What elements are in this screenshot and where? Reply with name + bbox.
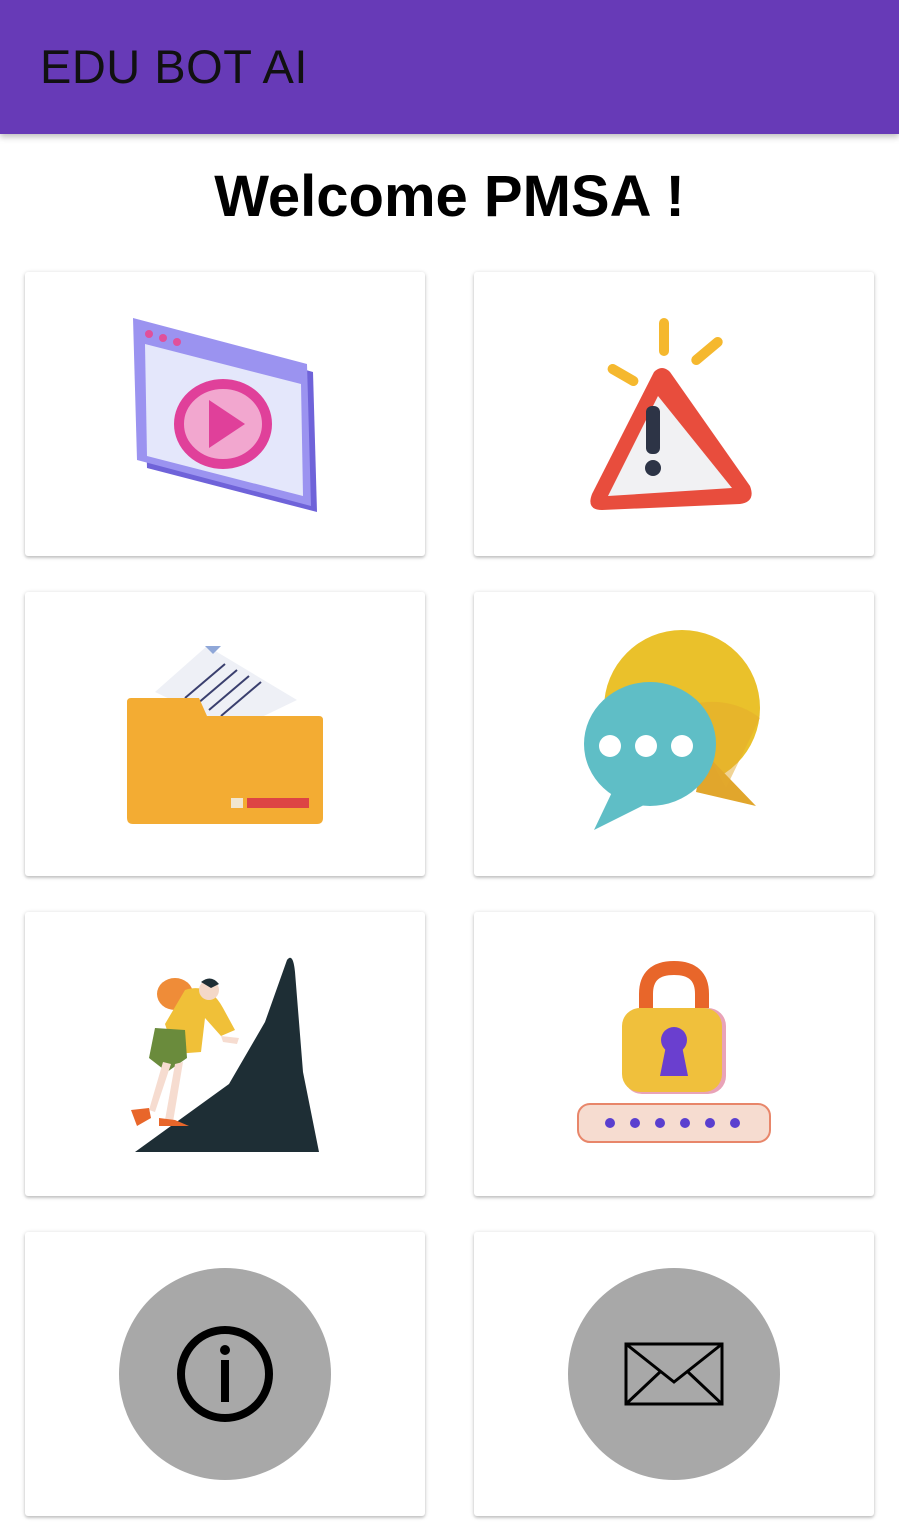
welcome-heading: Welcome PMSA ! bbox=[214, 164, 685, 229]
warning-card[interactable] bbox=[474, 272, 874, 556]
mountain-climber-icon bbox=[131, 957, 319, 1152]
video-card[interactable] bbox=[25, 272, 425, 556]
app-bar: EDU BOT AI bbox=[0, 0, 899, 134]
chat-card[interactable] bbox=[474, 592, 874, 876]
folder-document-icon bbox=[127, 646, 323, 824]
climber-card[interactable] bbox=[25, 912, 425, 1196]
contact-card[interactable] bbox=[474, 1232, 874, 1516]
padlock-password-icon bbox=[577, 960, 771, 1143]
chat-bubbles-icon bbox=[584, 630, 760, 830]
video-player-icon bbox=[133, 318, 317, 512]
documents-card[interactable] bbox=[25, 592, 425, 876]
password-card[interactable] bbox=[474, 912, 874, 1196]
app-title: EDU BOT AI bbox=[40, 40, 308, 93]
info-icon bbox=[119, 1268, 331, 1480]
about-card[interactable] bbox=[25, 1232, 425, 1516]
mail-envelope-icon bbox=[568, 1268, 780, 1480]
warning-icon bbox=[590, 318, 752, 510]
